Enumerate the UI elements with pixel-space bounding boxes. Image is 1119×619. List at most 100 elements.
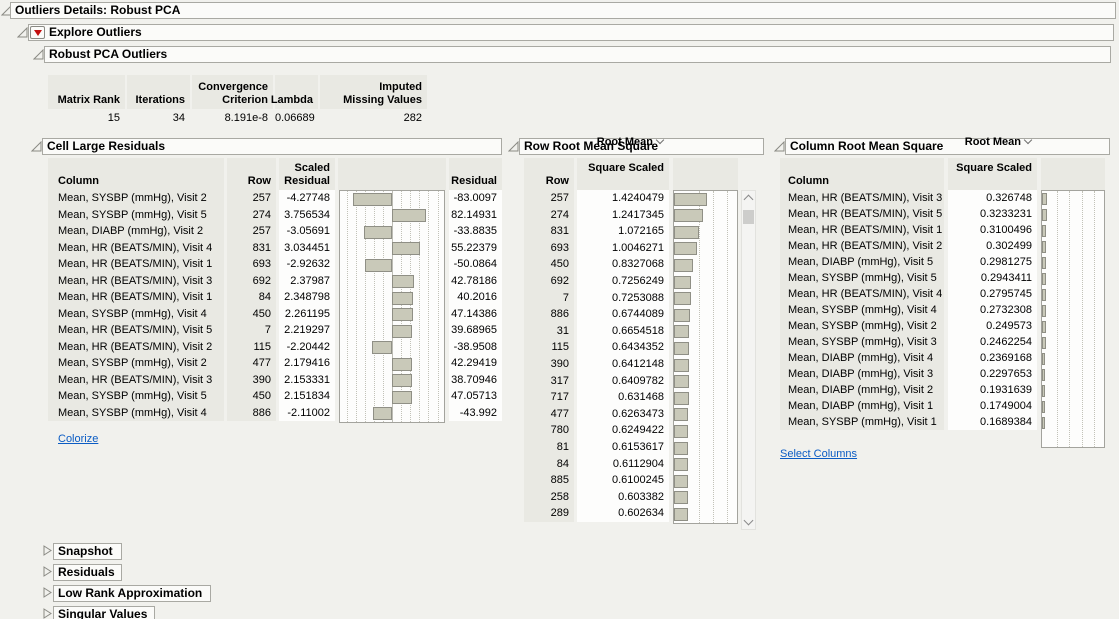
red-triangle-menu-button[interactable] [30, 26, 45, 39]
table-row[interactable]: Mean, DIABP (mmHg), Visit 50.2981275 [780, 254, 1037, 270]
table-row[interactable]: 7170.631468 [524, 389, 669, 406]
table-row[interactable]: Mean, SYSBP (mmHg), Visit 40.2732308 [780, 302, 1037, 318]
table-row[interactable]: 6931.0046271 [524, 240, 669, 257]
table-row[interactable]: 310.6654518 [524, 323, 669, 340]
table-row[interactable]: 4500.8327068 [524, 256, 669, 273]
sort-descending-icon[interactable] [656, 136, 664, 144]
cell-rms-value: 0.7253088 [577, 290, 669, 307]
cell-row-number: 886 [524, 306, 574, 323]
outline-header-low-rank-approximation[interactable]: Low Rank Approximation [53, 585, 211, 602]
value-bar [1042, 321, 1046, 333]
outline-header-residuals[interactable]: Residuals [53, 564, 122, 581]
outline-header-singular-values[interactable]: Singular Values [53, 606, 155, 619]
table-row[interactable]: Mean, DIABP (mmHg), Visit 10.1749004 [780, 398, 1037, 414]
chart-gridline [699, 191, 700, 523]
cell-residual: -50.0864 [449, 256, 502, 273]
cell-column-name: Mean, DIABP (mmHg), Visit 5 [780, 254, 944, 270]
table-row[interactable]: 3170.6409782 [524, 373, 669, 390]
disclosure-open-icon[interactable] [508, 141, 519, 152]
cell-column-name: Mean, DIABP (mmHg), Visit 3 [780, 366, 944, 382]
table-row[interactable]: 2890.602634 [524, 505, 669, 522]
select-columns-link[interactable]: Select Columns [780, 448, 857, 460]
cell-scaled-residual: 2.151834 [279, 388, 335, 405]
cell-row-number: 477 [524, 406, 574, 423]
table-row[interactable]: 6920.7256249 [524, 273, 669, 290]
table-row[interactable]: 2580.603382 [524, 489, 669, 506]
table-row[interactable]: 7800.6249422 [524, 422, 669, 439]
disclosure-open-icon[interactable] [17, 27, 28, 38]
summary-stat-value: 0.06689 [275, 110, 318, 126]
table-row[interactable]: 8860.6744089 [524, 306, 669, 323]
cell-row-number: 885 [524, 472, 574, 489]
table-row[interactable]: 2571.4240479 [524, 190, 669, 207]
table-row[interactable]: 8850.6100245 [524, 472, 669, 489]
chart-gridline [727, 191, 728, 523]
table-row[interactable]: Mean, DIABP (mmHg), Visit 40.2369168 [780, 350, 1037, 366]
table-row[interactable]: Mean, DIABP (mmHg), Visit 20.1931639 [780, 382, 1037, 398]
outline-title: Robust PCA Outliers [49, 47, 167, 62]
scrollbar-thumb[interactable] [743, 210, 754, 224]
disclosure-open-icon[interactable] [774, 141, 785, 152]
cell-row-number: 317 [524, 373, 574, 390]
table-row[interactable]: Mean, HR (BEATS/MIN), Visit 50.3233231 [780, 206, 1037, 222]
disclosure-open-icon[interactable] [31, 141, 42, 152]
table-row[interactable]: Mean, DIABP (mmHg), Visit 30.2297653 [780, 366, 1037, 382]
cell-residual: -83.0097 [449, 190, 502, 207]
value-bar [674, 226, 699, 239]
cell-residual: 47.14386 [449, 306, 502, 323]
chart-gridline [428, 191, 429, 422]
outline-header-explore-outliers[interactable]: Explore Outliers [28, 24, 1114, 41]
chart-gridline [401, 191, 402, 422]
sort-descending-icon[interactable] [1024, 136, 1032, 144]
cell-residual: 39.68965 [449, 322, 502, 339]
value-bar [1042, 289, 1046, 301]
scroll-up-button[interactable] [742, 191, 755, 205]
table-row[interactable]: 810.6153617 [524, 439, 669, 456]
colorize-link[interactable]: Colorize [58, 433, 98, 445]
disclosure-open-icon[interactable] [33, 49, 44, 60]
outline-header-cell-large-residuals[interactable]: Cell Large Residuals [42, 138, 502, 155]
outline-header-column-root-mean-square[interactable]: Column Root Mean Square [785, 138, 1110, 155]
value-bar [392, 275, 414, 288]
outline-header-snapshot[interactable]: Snapshot [53, 543, 122, 560]
table-row[interactable]: 840.6112904 [524, 456, 669, 473]
cell-residual: 42.78186 [449, 273, 502, 290]
disclosure-closed-icon[interactable] [42, 608, 53, 619]
table-row[interactable]: 70.7253088 [524, 290, 669, 307]
outline-header-robust-pca-outliers[interactable]: Robust PCA Outliers [44, 46, 1111, 63]
table-row[interactable]: Mean, SYSBP (mmHg), Visit 30.2462254 [780, 334, 1037, 350]
value-bar [365, 259, 392, 272]
cell-row-number: 115 [227, 339, 276, 356]
table-row[interactable]: Mean, SYSBP (mmHg), Visit 20.249573 [780, 318, 1037, 334]
table-row[interactable]: Mean, HR (BEATS/MIN), Visit 10.3100496 [780, 222, 1037, 238]
value-bar [674, 359, 689, 372]
table-row[interactable]: 2741.2417345 [524, 207, 669, 224]
value-bar [674, 458, 688, 471]
chart-gridline [419, 191, 420, 422]
disclosure-closed-icon[interactable] [42, 545, 53, 556]
vertical-scrollbar[interactable] [741, 190, 756, 530]
table-row[interactable]: 1150.6434352 [524, 339, 669, 356]
cell-column-name: Mean, HR (BEATS/MIN), Visit 1 [48, 256, 224, 273]
table-row[interactable]: 8311.072165 [524, 223, 669, 240]
disclosure-closed-icon[interactable] [42, 566, 53, 577]
disclosure-closed-icon[interactable] [42, 587, 53, 598]
table-row[interactable]: Mean, SYSBP (mmHg), Visit 10.1689384 [780, 414, 1037, 430]
outline-title: Cell Large Residuals [47, 139, 165, 154]
table-row[interactable]: 4770.6263473 [524, 406, 669, 423]
table-row[interactable]: Mean, HR (BEATS/MIN), Visit 30.326748 [780, 190, 1037, 206]
cell-rms-value: 0.6249422 [577, 422, 669, 439]
outline-header-outliers-details[interactable]: Outliers Details: Robust PCA [10, 2, 1116, 19]
table-row[interactable]: Mean, SYSBP (mmHg), Visit 50.2943411 [780, 270, 1037, 286]
value-bar [674, 475, 688, 488]
cell-rms-value: 0.6654518 [577, 323, 669, 340]
cell-rms-value: 0.6100245 [577, 472, 669, 489]
table-row[interactable]: Mean, HR (BEATS/MIN), Visit 20.302499 [780, 238, 1037, 254]
scroll-down-button[interactable] [742, 515, 755, 529]
cell-rms-value: 0.6744089 [577, 306, 669, 323]
cell-rms-value: 0.2732308 [948, 302, 1037, 318]
table-row[interactable]: Mean, HR (BEATS/MIN), Visit 40.2795745 [780, 286, 1037, 302]
cell-rms-value: 1.072165 [577, 223, 669, 240]
table-row[interactable]: 3900.6412148 [524, 356, 669, 373]
cell-rms-value: 0.631468 [577, 389, 669, 406]
